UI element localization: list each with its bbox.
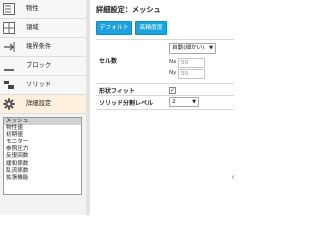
gear-icon	[3, 98, 15, 110]
divider	[96, 83, 234, 84]
default-button[interactable]: デフォルト	[96, 21, 132, 35]
list-item[interactable]: 乱流係数	[4, 168, 81, 175]
list-item[interactable]: 拡張機能	[4, 175, 81, 182]
material-icon	[3, 3, 15, 15]
region-icon	[3, 22, 15, 34]
nav-item-advanced-settings[interactable]: 詳細設定	[0, 95, 86, 114]
cell-count-mode-value: 自動(細かい)	[172, 45, 205, 51]
solid-level-select[interactable]: 2 ▼	[169, 97, 199, 107]
nav-item-label: ブロック	[26, 62, 52, 69]
nav-item-label: 領域	[26, 24, 39, 31]
nav-item-region[interactable]: 領域	[0, 19, 86, 38]
solid-level-value: 2	[172, 99, 176, 105]
shape-fit-checkbox[interactable]: ✓	[169, 87, 176, 94]
ny-label: Ny	[169, 70, 177, 76]
nx-input[interactable]: 50	[178, 58, 205, 68]
left-panel: 物性 領域 境界条件 ブロック ソリッド 詳細設定 メッシュ 物性値 初期値 モ…	[0, 0, 87, 215]
nav-item-material[interactable]: 物性	[0, 0, 86, 19]
chevron-down-icon: ▼	[192, 99, 196, 105]
divider	[96, 109, 234, 110]
nx-label: Nx	[169, 59, 177, 65]
nav-item-label: ソリッド	[26, 81, 52, 88]
boundary-condition-icon	[4, 42, 15, 52]
list-item[interactable]: 反復回数	[4, 153, 81, 160]
divider	[96, 95, 234, 96]
chevron-down-icon: ▼	[209, 45, 213, 51]
shape-fit-label: 形状フィット	[99, 88, 135, 95]
page-title: 詳細設定：メッシュ	[96, 5, 161, 14]
list-item[interactable]: 緩和係数	[4, 161, 81, 168]
collapse-panel-icon[interactable]: ‹	[231, 172, 235, 183]
ny-input[interactable]: 50	[178, 69, 205, 79]
high-precision-button[interactable]: 高精度度	[135, 21, 167, 35]
nav-item-label: 境界条件	[26, 43, 52, 50]
cell-count-mode-select[interactable]: 自動(細かい) ▼	[169, 43, 216, 54]
solid-level-label: ソリッド分割レベル	[99, 100, 154, 107]
detail-panel: 詳細設定：メッシュ デフォルト 高精度度 セル数 自動(細かい) ▼ Nx 50…	[90, 0, 240, 215]
settings-category-list[interactable]: メッシュ 物性値 初期値 モニター 参照圧力 反復回数 緩和係数 乱流係数 拡張…	[3, 117, 82, 195]
nav-item-boundary-condition[interactable]: 境界条件	[0, 38, 86, 57]
nav-item-solid[interactable]: ソリッド	[0, 76, 86, 95]
cell-count-label: セル数	[99, 58, 118, 65]
nav-item-label: 物性	[26, 5, 39, 12]
block-icon	[4, 69, 14, 71]
solid-icon	[4, 81, 14, 89]
nav-item-block[interactable]: ブロック	[0, 57, 86, 76]
mesh-settings-table: セル数 自動(細かい) ▼ Nx 50 Ny 50 形状フィット ✓ ソリッド分…	[96, 39, 234, 110]
nav-item-label: 詳細設定	[26, 100, 52, 107]
